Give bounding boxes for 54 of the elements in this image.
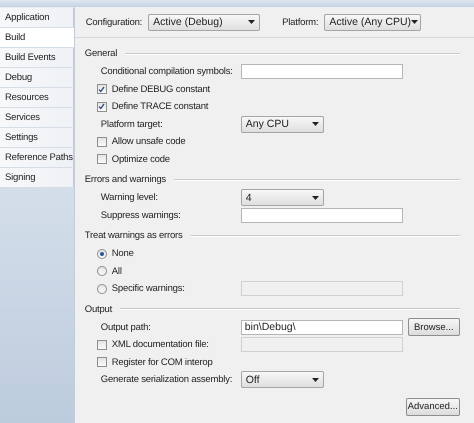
field-label: Output path: — [100, 322, 151, 333]
dropdown[interactable]: Active (Any CPU) — [324, 14, 422, 30]
field-label: Conditional compilation symbols: — [100, 66, 233, 78]
sidebar-tab[interactable]: Services — [0, 108, 74, 128]
checkbox[interactable] — [96, 136, 107, 147]
sidebar-tab[interactable]: Build — [0, 28, 75, 48]
checkbox[interactable] — [96, 357, 107, 368]
dropdown[interactable]: 4 — [240, 189, 324, 206]
configuration-label: Configuration: — [86, 16, 142, 28]
radio-label: Specific warnings: — [112, 283, 185, 294]
section-heading: General — [84, 48, 118, 59]
caret-icon — [248, 20, 256, 24]
sidebar-tab[interactable]: Resources — [0, 88, 74, 108]
radio-button[interactable] — [96, 284, 107, 294]
caret-icon — [312, 122, 319, 126]
checkbox-label: Optimize code — [112, 154, 170, 165]
sidebar-tab[interactable]: Reference Paths — [0, 148, 74, 168]
platform-label: Platform: — [282, 16, 318, 28]
checkbox[interactable] — [96, 154, 107, 164]
checkbox-label: Register for COM interop — [112, 356, 213, 368]
checkbox[interactable] — [96, 102, 107, 112]
field-label: Suppress warnings: — [100, 210, 181, 221]
input-field[interactable] — [240, 208, 403, 223]
checkbox-label: Define DEBUG constant — [112, 84, 210, 95]
sidebar-tab[interactable]: Settings — [0, 128, 74, 148]
dropdown[interactable]: Off — [240, 371, 324, 388]
field-label: Warning level: — [100, 192, 158, 204]
sidebar-tab[interactable]: Signing — [0, 168, 74, 188]
checkbox[interactable] — [96, 84, 107, 94]
checkbox[interactable] — [96, 340, 107, 350]
advanced-button[interactable]: Advanced... — [406, 398, 460, 416]
input-field[interactable]: bin\Debug\ — [240, 320, 403, 335]
radio-button[interactable] — [96, 248, 107, 259]
sidebar-tab[interactable]: Application — [0, 8, 74, 28]
sidebar-tab[interactable]: Build Events — [0, 48, 74, 68]
checkbox-label: Allow unsafe code — [112, 136, 186, 148]
radio-label: All — [112, 266, 122, 277]
dropdown[interactable]: Any CPU — [240, 116, 324, 133]
field-label: Generate serialization assembly: — [100, 374, 232, 386]
checkbox-label: Define TRACE constant — [112, 101, 208, 112]
sidebar-tab[interactable]: Debug — [0, 68, 74, 88]
checkbox-label: XML documentation file: — [112, 339, 209, 350]
section-heading: Errors and warnings — [84, 174, 166, 185]
caret-icon — [312, 378, 319, 382]
input-field[interactable] — [240, 64, 403, 80]
field-label: Platform target: — [100, 118, 163, 130]
dropdown[interactable]: Active (Debug) — [148, 14, 260, 30]
section-heading: Treat warnings as errors — [84, 230, 183, 241]
section-heading: Output — [84, 304, 112, 314]
caret-icon — [411, 20, 418, 24]
caret-icon — [312, 196, 319, 200]
radio-label: None — [112, 248, 134, 260]
radio-button[interactable] — [96, 266, 107, 276]
browse-button[interactable]: Browse... — [408, 318, 460, 336]
